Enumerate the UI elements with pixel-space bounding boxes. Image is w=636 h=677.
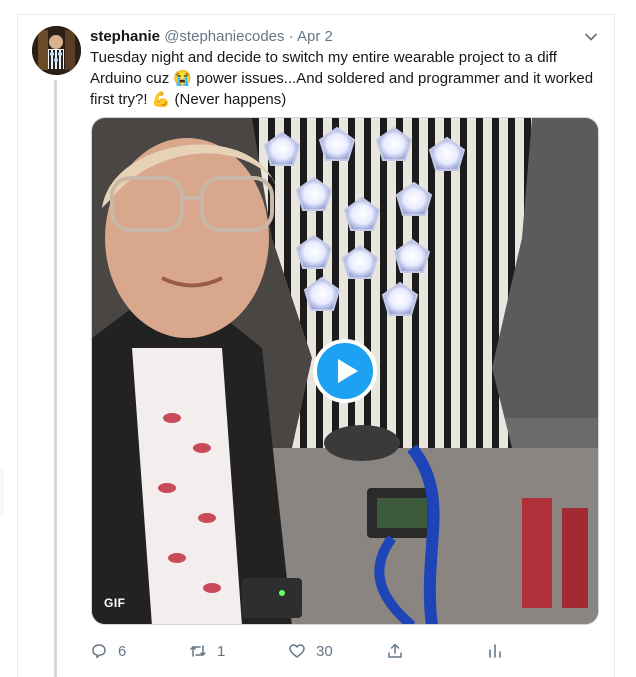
reply-button[interactable]: 6 bbox=[90, 640, 126, 662]
tweet-actions: 6 1 30 bbox=[90, 640, 510, 662]
retweet-count: 1 bbox=[217, 642, 226, 660]
chevron-down-icon[interactable] bbox=[584, 30, 598, 44]
tweet-text-part-3: (Never happens) bbox=[170, 91, 287, 108]
reply-count: 6 bbox=[118, 642, 127, 660]
author-name[interactable]: stephanie bbox=[90, 28, 160, 45]
thread-line bbox=[54, 80, 57, 677]
heart-icon bbox=[289, 644, 305, 658]
author-handle[interactable]: @stephaniecodes bbox=[164, 28, 284, 45]
play-icon bbox=[338, 359, 358, 383]
tweet-date[interactable]: Apr 2 bbox=[297, 28, 333, 45]
retweet-icon bbox=[190, 645, 206, 657]
like-count: 30 bbox=[316, 642, 333, 660]
gif-badge: GIF bbox=[104, 596, 126, 610]
avatar[interactable] bbox=[32, 26, 81, 75]
side-scroll-mark bbox=[0, 470, 4, 516]
analytics-button[interactable] bbox=[486, 640, 504, 662]
retweet-button[interactable]: 1 bbox=[189, 640, 225, 662]
share-icon bbox=[388, 643, 402, 658]
reply-icon bbox=[92, 644, 106, 659]
like-button[interactable]: 30 bbox=[288, 640, 333, 662]
flexed-biceps-emoji: 💪 bbox=[151, 91, 171, 108]
share-button[interactable] bbox=[386, 640, 404, 662]
play-button[interactable] bbox=[313, 339, 377, 403]
analytics-icon bbox=[489, 644, 501, 658]
separator: · bbox=[288, 28, 294, 45]
tweet-header: stephanie @stephaniecodes · Apr 2 bbox=[90, 28, 333, 46]
crying-emoji: 😭 bbox=[173, 70, 193, 87]
tweet-text: Tuesday night and decide to switch my en… bbox=[90, 47, 600, 110]
